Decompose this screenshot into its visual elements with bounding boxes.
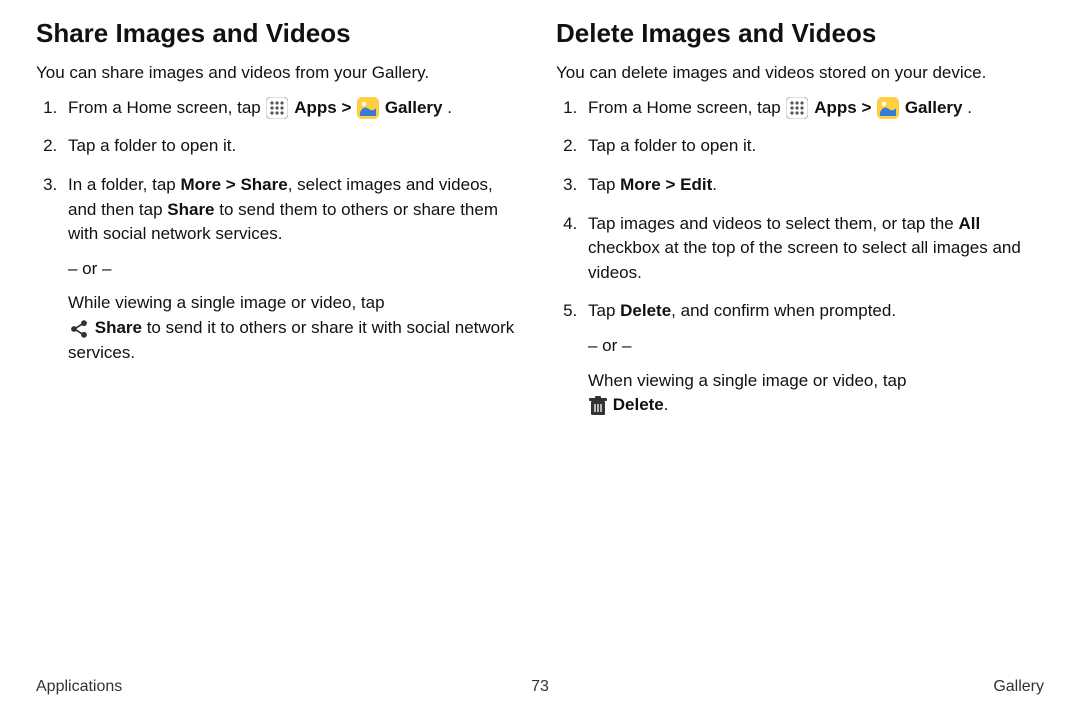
share-steps: From a Home screen, tap Apps > Gallery .… [36, 96, 524, 366]
or-divider: – or – [68, 257, 524, 282]
apps-icon [266, 97, 288, 119]
share-icon-label: Share [95, 318, 142, 337]
delete-step-5-alt: When viewing a single image or video, ta… [588, 369, 1044, 418]
text: . [447, 98, 452, 117]
share-step-2: Tap a folder to open it. [62, 134, 524, 159]
share-step-1: From a Home screen, tap Apps > Gallery . [62, 96, 524, 121]
text: In a folder, tap [68, 175, 180, 194]
text: While viewing a single image or video, t… [68, 293, 385, 312]
or-divider: – or – [588, 334, 1044, 359]
page-footer: Applications 73 Gallery [36, 678, 1044, 696]
text: From a Home screen, tap [68, 98, 265, 117]
delete-label: Delete [620, 301, 671, 320]
text: From a Home screen, tap [588, 98, 785, 117]
share-intro: You can share images and videos from you… [36, 61, 524, 86]
text: When viewing a single image or video, ta… [588, 371, 906, 390]
text: , and confirm when prompted. [671, 301, 896, 320]
delete-icon-label: Delete [613, 395, 664, 414]
gallery-icon [357, 97, 379, 119]
chevron: > [341, 98, 356, 117]
delete-step-1: From a Home screen, tap Apps > Gallery . [582, 96, 1044, 121]
share-step-3: In a folder, tap More > Share, select im… [62, 173, 524, 365]
gallery-icon [877, 97, 899, 119]
chevron: > [861, 98, 876, 117]
delete-intro: You can delete images and videos stored … [556, 61, 1044, 86]
delete-heading: Delete Images and Videos [556, 18, 1044, 49]
apps-label: Apps [814, 98, 857, 117]
share-section: Share Images and Videos You can share im… [36, 18, 524, 432]
share-heading: Share Images and Videos [36, 18, 524, 49]
text: . [664, 395, 669, 414]
share-label: Share [167, 200, 214, 219]
delete-section: Delete Images and Videos You can delete … [556, 18, 1044, 432]
text: Tap [588, 301, 620, 320]
trash-icon [589, 396, 607, 416]
more-share-label: More > Share [180, 175, 287, 194]
gallery-label: Gallery [905, 98, 963, 117]
footer-page-number: 73 [531, 678, 549, 696]
text: Tap [588, 175, 620, 194]
text: Tap images and videos to select them, or… [588, 214, 958, 233]
delete-steps: From a Home screen, tap Apps > Gallery .… [556, 96, 1044, 418]
text: checkbox at the top of the screen to sel… [588, 238, 1021, 282]
text: . [967, 98, 972, 117]
text: . [712, 175, 717, 194]
gallery-label: Gallery [385, 98, 443, 117]
delete-step-3: Tap More > Edit. [582, 173, 1044, 198]
footer-left: Applications [36, 678, 122, 696]
more-edit-label: More > Edit [620, 175, 712, 194]
share-step-3-alt: While viewing a single image or video, t… [68, 291, 524, 365]
delete-step-5: Tap Delete, and confirm when prompted. –… [582, 299, 1044, 418]
share-icon [69, 319, 89, 339]
delete-step-2: Tap a folder to open it. [582, 134, 1044, 159]
delete-step-4: Tap images and videos to select them, or… [582, 212, 1044, 286]
footer-right: Gallery [993, 678, 1044, 696]
apps-icon [786, 97, 808, 119]
apps-label: Apps [294, 98, 337, 117]
all-label: All [958, 214, 980, 233]
